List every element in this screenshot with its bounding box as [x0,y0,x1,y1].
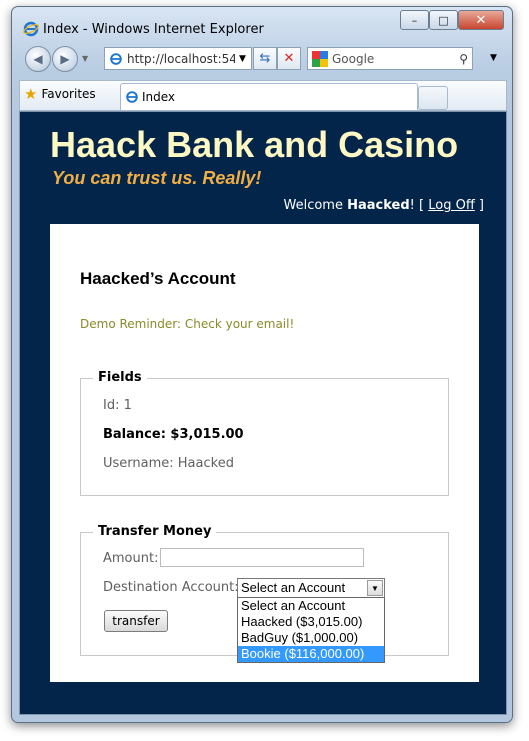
login-display: Welcome Haacked! [ Log Off ] [284,198,485,213]
search-box[interactable]: Google ⚲ [307,47,473,70]
bracket-close: ] [474,198,484,213]
close-button[interactable]: ✕ [458,10,504,30]
minimize-button[interactable]: – [400,10,429,30]
account-balance: Balance: $3,015.00 [103,427,244,442]
address-text[interactable]: http://localhost:546 [127,52,235,66]
site-tagline: You can trust us. Really! [52,168,262,188]
bracket-open: ! [ [409,198,429,213]
window-title: Index - Windows Internet Explorer [43,22,264,37]
account-id: Id: 1 [103,398,132,413]
back-button[interactable]: ◀ [25,46,51,72]
google-icon [312,50,328,67]
option-select-account[interactable]: Select an Account [238,598,384,614]
option-badguy[interactable]: BadGuy ($1,000.00) [238,630,384,646]
maximize-button[interactable]: □ [429,10,458,30]
transfer-fieldset: Transfer Money Amount: Destination Accou… [80,524,449,663]
fields-fieldset: Fields Id: 1 Balance: $3,015.00 Username… [80,370,449,496]
option-haacked[interactable]: Haacked ($3,015.00) [238,614,384,630]
amount-label: Amount: [103,551,159,566]
favorites-bar: ★ Favorites Index [19,80,507,111]
browser-window: Index - Windows Internet Explorer – □ ✕ … [11,6,513,723]
transfer-button[interactable]: transfer [104,610,168,632]
address-dropdown-icon[interactable]: ▼ [239,54,246,64]
welcome-text: Welcome [283,198,348,213]
demo-reminder: Demo Reminder: Check your email! [80,317,295,331]
page-viewport: Haack Bank and Casino You can trust us. … [19,111,507,715]
forward-arrow-icon: ▶ [60,52,70,66]
destination-selected-value: Select an Account [241,580,346,595]
favorites-label: Favorites [41,87,96,101]
window-controls: – □ ✕ [400,10,504,30]
forward-button[interactable]: ▶ [52,46,78,72]
star-icon: ★ [24,85,38,103]
tab-ie-icon [126,91,138,103]
history-dropdown-icon[interactable]: ▼ [82,54,88,63]
back-arrow-icon: ◀ [33,52,43,66]
new-tab-button[interactable] [418,86,448,110]
page-ie-icon [110,52,122,65]
stop-button[interactable]: ✕ [277,47,301,70]
tab-label: Index [142,90,176,104]
chevron-down-icon[interactable]: ▼ [367,580,383,596]
destination-options-list: Select an Account Haacked ($3,015.00) Ba… [237,597,385,663]
tab-index[interactable]: Index [120,83,418,110]
destination-select[interactable]: Select an Account ▼ [237,578,385,598]
search-options-dropdown-icon[interactable]: ▼ [490,53,497,63]
refresh-icon: ⇆ [259,51,271,66]
destination-label: Destination Account: [103,580,239,595]
fields-legend: Fields [93,370,147,385]
logoff-link[interactable]: Log Off [428,198,475,213]
address-bar[interactable]: http://localhost:546 ▼ [104,47,252,70]
search-icon[interactable]: ⚲ [459,52,468,66]
transfer-legend: Transfer Money [93,524,217,539]
username: Haacked [347,198,410,213]
account-heading: Haacked’s Account [80,269,236,288]
option-bookie[interactable]: Bookie ($116,000.00) [238,646,384,662]
refresh-button[interactable]: ⇆ [253,47,277,70]
site-title: Haack Bank and Casino [50,124,459,165]
amount-input[interactable] [160,548,364,567]
main-content: Haacked’s Account Demo Reminder: Check y… [50,224,479,682]
navigation-bar: ◀ ▶ ▼ http://localhost:546 ▼ ⇆ ✕ Google … [12,43,512,75]
stop-icon: ✕ [283,51,295,66]
ie-logo-icon [23,21,39,37]
search-input[interactable]: Google [332,52,459,66]
title-bar[interactable]: Index - Windows Internet Explorer – □ ✕ [12,7,512,41]
favorites-button[interactable]: ★ Favorites [24,85,96,103]
account-username: Username: Haacked [103,456,234,471]
